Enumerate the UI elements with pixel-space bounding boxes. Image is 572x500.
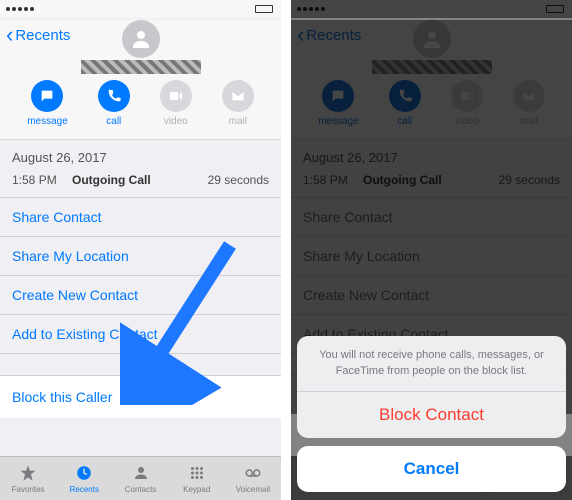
- contact-name-redacted: [81, 60, 201, 74]
- left-phone: ‹ Recents message call video mail: [0, 0, 281, 500]
- clock-icon: [75, 463, 93, 483]
- call-date: August 26, 2017: [0, 140, 281, 169]
- keypad-icon: [188, 463, 206, 483]
- back-button[interactable]: ‹ Recents: [6, 24, 70, 46]
- contact-icon: [132, 463, 150, 483]
- mail-button[interactable]: mail: [222, 80, 254, 127]
- tab-voicemail[interactable]: Voicemail: [225, 457, 281, 500]
- tab-keypad[interactable]: Keypad: [169, 457, 225, 500]
- message-icon: [31, 80, 63, 112]
- mail-icon: [222, 80, 254, 112]
- star-icon: [19, 463, 37, 483]
- back-label: Recents: [15, 27, 70, 44]
- voicemail-icon: [244, 463, 262, 483]
- video-icon: [160, 80, 192, 112]
- right-phone: ‹ Recents message call video mail: [291, 0, 572, 500]
- status-bar: [0, 0, 281, 18]
- chevron-left-icon: ‹: [6, 24, 13, 46]
- action-sheet: You will not receive phone calls, messag…: [297, 336, 566, 492]
- call-duration: 29 seconds: [208, 173, 269, 187]
- call-type: Outgoing Call: [72, 173, 208, 187]
- video-button[interactable]: video: [160, 80, 192, 127]
- call-time: 1:58 PM: [12, 173, 72, 187]
- tab-favorites[interactable]: Favorites: [0, 457, 56, 500]
- block-contact-button[interactable]: Block Contact: [297, 392, 566, 438]
- contact-header: ‹ Recents message call video mail: [0, 20, 281, 140]
- call-log-row: 1:58 PM Outgoing Call 29 seconds: [0, 169, 281, 198]
- call-button[interactable]: call: [98, 80, 130, 127]
- annotation-arrow: [120, 230, 250, 405]
- sheet-message: You will not receive phone calls, messag…: [297, 336, 566, 392]
- message-button[interactable]: message: [27, 80, 68, 127]
- cancel-button[interactable]: Cancel: [297, 446, 566, 492]
- phone-icon: [98, 80, 130, 112]
- tab-contacts[interactable]: Contacts: [112, 457, 168, 500]
- avatar: [122, 20, 160, 58]
- tab-bar: Favorites Recents Contacts Keypad Voicem…: [0, 456, 281, 500]
- tab-recents[interactable]: Recents: [56, 457, 112, 500]
